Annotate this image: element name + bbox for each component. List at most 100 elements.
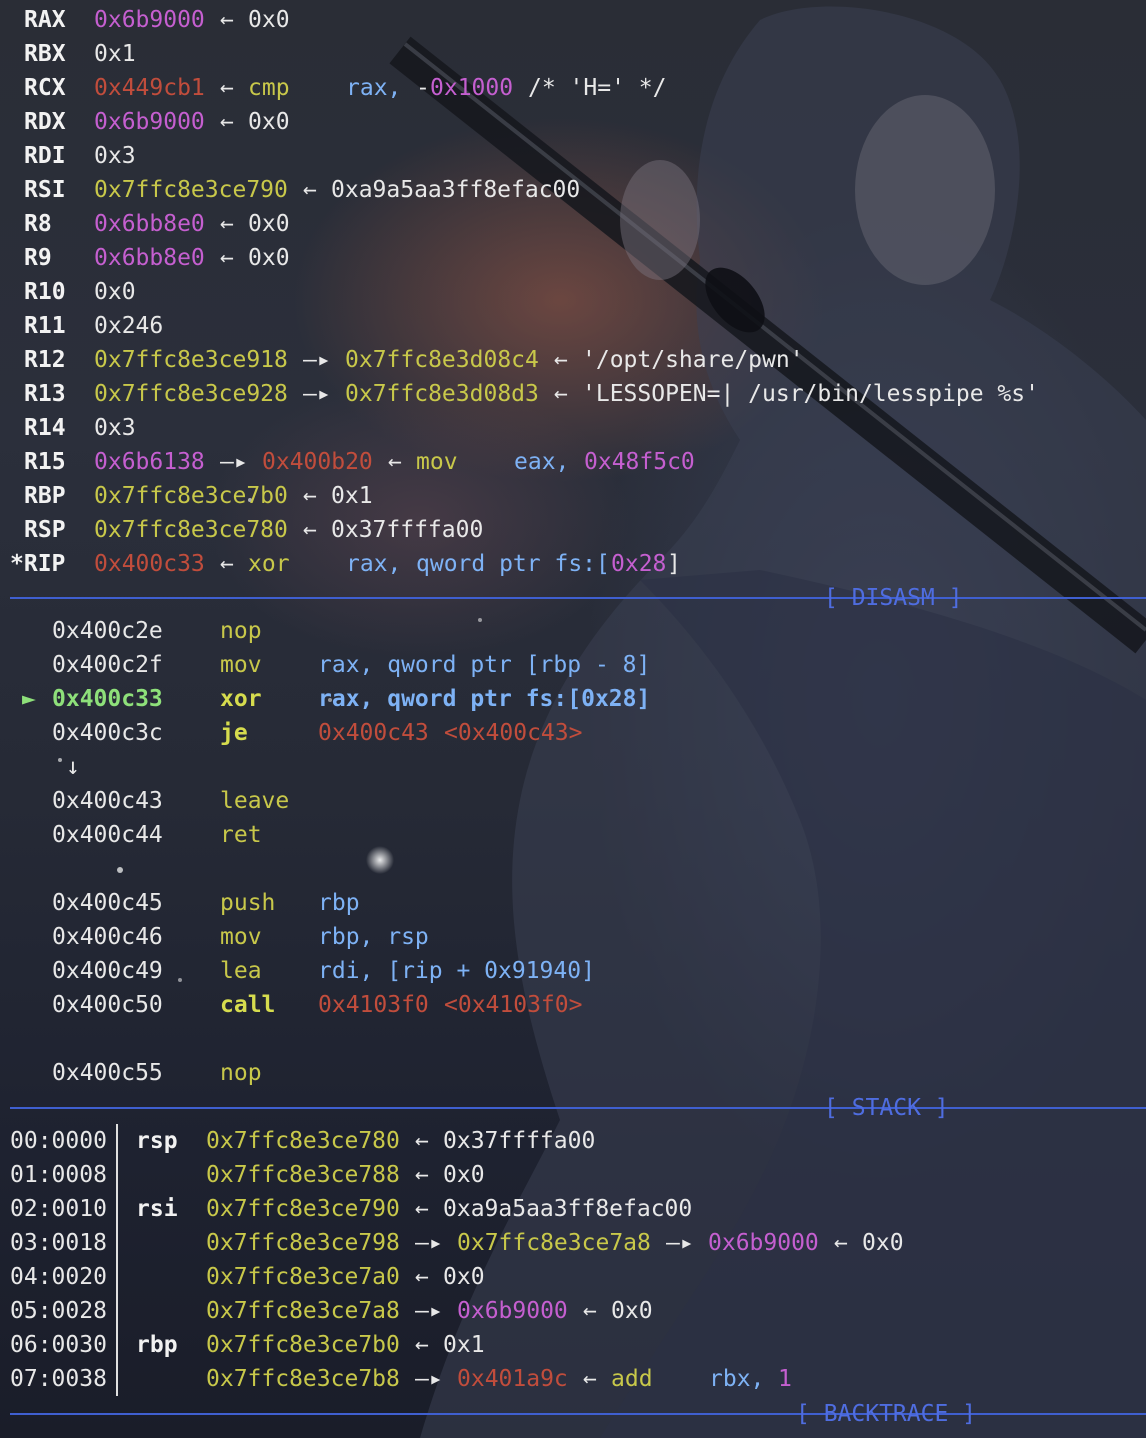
disasm-row: 0x400c45 push rbp: [0, 886, 1146, 920]
register-name: R15: [24, 449, 66, 475]
register-name: R8: [24, 211, 52, 237]
register-row-r12: R12 0x7ffc8e3ce918 —▸ 0x7ffc8e3d08c4 ← '/opt/…: [0, 343, 1146, 377]
instruction-address: 0x400c2f: [52, 652, 163, 678]
disasm-row: 0x400c3c je 0x400c43 <0x400c43>: [0, 716, 1146, 750]
instruction-mnemonic: ret: [220, 822, 262, 848]
instruction-immediate: 0x1000: [430, 75, 514, 101]
instruction-address: 0x400c50: [52, 992, 163, 1018]
pointer-arrow: ←: [388, 449, 402, 475]
stack-value: 0x0: [443, 1264, 485, 1290]
stack-header: [ STACK ]: [824, 1095, 949, 1121]
disasm-row: 0x400c50 call 0x4103f0 <0x4103f0>: [0, 988, 1146, 1022]
pointer-arrow: ←: [583, 1298, 597, 1324]
register-row-r10: R10 0x0: [0, 275, 1146, 309]
pointer-arrow: —▸: [220, 449, 248, 475]
stack-address: 0x7ffc8e3ce790: [206, 1196, 400, 1222]
pointer-arrow: —▸: [415, 1366, 443, 1392]
register-row-r14: R14 0x3: [0, 411, 1146, 445]
instruction-comment: /* 'H=' */: [528, 75, 667, 101]
pointer-arrow: ←: [303, 517, 317, 543]
stack-row: 05:0028 0x7ffc8e3ce7a8 —▸ 0x6b9000 ← 0x0: [0, 1294, 1146, 1328]
pointer-arrow: ←: [834, 1230, 848, 1256]
instruction-mnemonic: xor: [248, 551, 290, 577]
pointer-arrow: ←: [583, 1366, 597, 1392]
stack-offset: 05:0028: [10, 1298, 107, 1324]
stack-address: 0x7ffc8e3ce7b8: [206, 1366, 400, 1392]
stack-address: 0x7ffc8e3ce7b0: [206, 1332, 400, 1358]
pointer-arrow: ←: [415, 1332, 429, 1358]
target-value: 0x0: [248, 109, 290, 135]
pointer-arrow: ←: [220, 211, 234, 237]
instruction-operand: rbx,: [709, 1366, 765, 1392]
register-value: 0x400c33: [94, 551, 205, 577]
disasm-jump-arrow: ↓: [0, 750, 1146, 784]
stack-row: 03:0018 0x7ffc8e3ce798 —▸ 0x7ffc8e3ce7a8 —▸ 0…: [0, 1226, 1146, 1260]
register-value: 0x7ffc8e3ce928: [94, 381, 288, 407]
instruction-address: 0x400c3c: [52, 720, 163, 746]
stack-offset: 07:0038: [10, 1366, 107, 1392]
branch-target-label: <0x4103f0>: [444, 992, 583, 1018]
disasm-row: 0x400c43 leave: [0, 784, 1146, 818]
branch-target: 0x400c43: [318, 720, 429, 746]
pointer-arrow: —▸: [303, 347, 331, 373]
register-name: RDI: [24, 143, 66, 169]
register-value: 0x6b9000: [94, 7, 205, 33]
target-value: 0xa9a5aa3ff8efac00: [331, 177, 581, 203]
pointed-value: 0x7ffc8e3d08d3: [345, 381, 539, 407]
stack-register: rbp: [136, 1332, 178, 1358]
instruction-mnemonic: nop: [220, 618, 262, 644]
instruction-operand: rax,: [346, 75, 402, 101]
target-value: 0x0: [248, 245, 290, 271]
register-value: 0x6b6138: [94, 449, 205, 475]
pointer-arrow: ←: [303, 483, 317, 509]
register-row-rsp: RSP 0x7ffc8e3ce780 ← 0x37ffffa00: [0, 513, 1146, 547]
stack-value: 0x0: [862, 1230, 904, 1256]
register-value: 0x6bb8e0: [94, 245, 205, 271]
register-name: RAX: [24, 7, 66, 33]
string-value: 'LESSOPEN=| /usr/bin/lesspipe %s': [582, 381, 1039, 407]
instruction-operands: rax, qword ptr fs:[0x28]: [318, 686, 651, 712]
register-row-r9: R9 0x6bb8e0 ← 0x0: [0, 241, 1146, 275]
instruction-mnemonic: mov: [416, 449, 458, 475]
stack-value: 0xa9a5aa3ff8efac00: [443, 1196, 693, 1222]
instruction-mnemonic: lea: [220, 958, 262, 984]
instruction-operands: rdi, [rip + 0x91940]: [318, 958, 595, 984]
down-arrow-icon: ↓: [66, 754, 80, 780]
instruction-operands: rbp: [318, 890, 360, 916]
register-value: 0x246: [94, 313, 164, 339]
instruction-immediate: 0x48f5c0: [584, 449, 695, 475]
stack-row: 01:0008 0x7ffc8e3ce788 ← 0x0: [0, 1158, 1146, 1192]
stack-row: 07:0038 0x7ffc8e3ce7b8 —▸ 0x401a9c ← add rbx, 1: [0, 1362, 1146, 1396]
register-value: 0x7ffc8e3ce790: [94, 177, 288, 203]
register-name: R14: [24, 415, 66, 441]
instruction-address: 0x400c44: [52, 822, 163, 848]
instruction-address: 0x400c46: [52, 924, 163, 950]
backtrace-header: [ BACKTRACE ]: [796, 1401, 977, 1427]
instruction-mnemonic: xor: [220, 686, 262, 712]
register-value: 0x3: [94, 415, 136, 441]
instruction-immediate: 1: [778, 1366, 792, 1392]
pointer-arrow: —▸: [415, 1298, 443, 1324]
register-row-r11: R11 0x246: [0, 309, 1146, 343]
instruction-mnemonic: cmp: [248, 75, 290, 101]
register-row-rsi: RSI 0x7ffc8e3ce790 ← 0xa9a5aa3ff8efac00: [0, 173, 1146, 207]
register-name: RDX: [24, 109, 66, 135]
stack-separator: [10, 1107, 1146, 1109]
disasm-row: 0x400c55 nop: [0, 1056, 1146, 1090]
register-row-r13: R13 0x7ffc8e3ce928 —▸ 0x7ffc8e3d08d3 ← 'LESSO…: [0, 377, 1146, 411]
instruction-operands: rbp, rsp: [318, 924, 429, 950]
stack-row: 02:0010 rsi 0x7ffc8e3ce790 ← 0xa9a5aa3ff8efa…: [0, 1192, 1146, 1226]
stack-offset: 01:0008: [10, 1162, 107, 1188]
register-value: 0x449cb1: [94, 75, 205, 101]
instruction-mnemonic: add: [611, 1366, 653, 1392]
register-name: R11: [24, 313, 66, 339]
stack-offset: 02:0010: [10, 1196, 107, 1222]
stack-row: 04:0020 0x7ffc8e3ce7a0 ← 0x0: [0, 1260, 1146, 1294]
stack-address: 0x7ffc8e3ce7a8: [206, 1298, 400, 1324]
pointer-arrow: —▸: [415, 1230, 443, 1256]
register-row-rcx: RCX 0x449cb1 ← cmp rax, -0x1000 /* 'H=' */: [0, 71, 1146, 105]
instruction-mnemonic: mov: [220, 652, 262, 678]
pointed-value: 0x401a9c: [457, 1366, 568, 1392]
register-row-rip: *RIP 0x400c33 ← xor rax, qword ptr fs:[0x28]: [0, 547, 1146, 581]
stack-value: 0x0: [611, 1298, 653, 1324]
